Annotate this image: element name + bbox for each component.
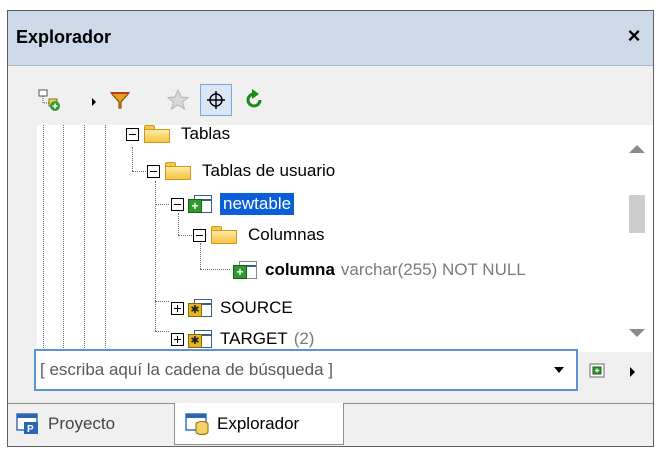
scroll-down-icon[interactable] [629, 329, 645, 337]
object-tree[interactable]: Tablas Tablas de usuario + newtable Colu… [37, 125, 621, 352]
locate-button[interactable] [200, 84, 232, 116]
tree-node-newtable[interactable]: + newtable [171, 189, 295, 219]
collapse-toggle-icon[interactable] [193, 228, 206, 242]
tree-node-label: SOURCE [220, 298, 293, 317]
new-table-icon: + [188, 193, 214, 215]
refresh-button[interactable] [240, 85, 268, 115]
tree-guide-line [132, 147, 133, 171]
tree-node-tablas[interactable]: Tablas [126, 125, 230, 149]
tree-node-label: Columnas [248, 225, 325, 244]
tab-explorador[interactable]: Explorador [174, 403, 344, 445]
tree-node-tablas-de-usuario[interactable]: Tablas de usuario [147, 156, 335, 186]
new-column-icon: + [233, 259, 259, 281]
tree-node-label: Tablas de usuario [202, 161, 336, 180]
refresh-icon [246, 89, 262, 108]
project-icon: P [16, 412, 42, 436]
folder-icon [143, 125, 173, 144]
tree-guide-line [178, 235, 192, 236]
title-bar: Explorador × [8, 11, 653, 66]
search-box [34, 349, 578, 391]
explorer-icon [185, 412, 211, 436]
panel-tabs: P Proyecto Explorador [8, 403, 653, 447]
add-object-button[interactable] [36, 85, 64, 115]
tree-guide-line [200, 269, 230, 270]
table-alias-icon: ✱ [188, 297, 214, 319]
tree-vertical-scrollbar[interactable] [621, 125, 653, 352]
expand-toggle-icon[interactable] [171, 332, 184, 346]
folder-icon [164, 161, 194, 181]
tree-guide-line [63, 125, 64, 352]
tree-guide-line [155, 204, 169, 205]
tree-guide-line [43, 125, 44, 352]
add-object-icon [38, 89, 60, 111]
search-options-button[interactable] [588, 361, 608, 381]
favorites-button[interactable] [164, 85, 192, 115]
tree-guide-line [155, 331, 169, 332]
toolbar [8, 77, 653, 125]
close-button[interactable]: × [623, 23, 645, 49]
search-input[interactable] [40, 357, 530, 383]
tab-proyecto[interactable]: P Proyecto [16, 403, 166, 445]
filter-button[interactable] [106, 85, 134, 115]
more-options-arrow-icon[interactable] [630, 367, 635, 377]
explorer-window: Explorador × Tablas Tablas de usuario + … [7, 10, 654, 447]
folder-icon [210, 225, 240, 245]
window-title: Explorador [16, 27, 112, 47]
add-menu-arrow-icon[interactable] [92, 98, 96, 106]
search-dropdown-icon[interactable] [554, 367, 564, 373]
tab-label: Explorador [217, 413, 300, 433]
scroll-up-icon[interactable] [629, 145, 645, 153]
tree-guide-line [105, 125, 106, 352]
tree-node-label: Tablas [181, 125, 231, 143]
scroll-thumb[interactable] [629, 195, 645, 233]
column-type-detail: varchar(255) NOT NULL [340, 260, 526, 279]
tree-node-columna[interactable]: + columna varchar(255) NOT NULL [233, 255, 526, 285]
tree-guide-line [155, 301, 169, 302]
collapse-toggle-icon[interactable] [147, 164, 160, 178]
tree-node-target[interactable]: ✱ TARGET (2) [171, 324, 314, 352]
tree-node-columnas[interactable]: Columnas [193, 220, 325, 250]
locate-crosshair-icon [207, 91, 225, 109]
tree-guide-line [84, 125, 85, 352]
tree-node-label-selected: newtable [220, 193, 295, 215]
table-alias-icon: ✱ [188, 328, 214, 350]
search-options-icon [589, 363, 605, 378]
tab-label: Proyecto [48, 414, 116, 433]
filter-icon [109, 92, 131, 109]
expand-toggle-icon[interactable] [171, 301, 184, 315]
tree-node-source[interactable]: ✱ SOURCE [171, 293, 293, 323]
tree-node-label: TARGET [220, 329, 288, 348]
svg-text:P: P [27, 424, 34, 435]
tree-node-label: columna [265, 260, 335, 279]
collapse-toggle-icon[interactable] [171, 197, 184, 211]
collapse-toggle-icon[interactable] [126, 127, 139, 141]
favorites-star-icon [166, 88, 190, 111]
child-count: (2) [293, 329, 315, 348]
